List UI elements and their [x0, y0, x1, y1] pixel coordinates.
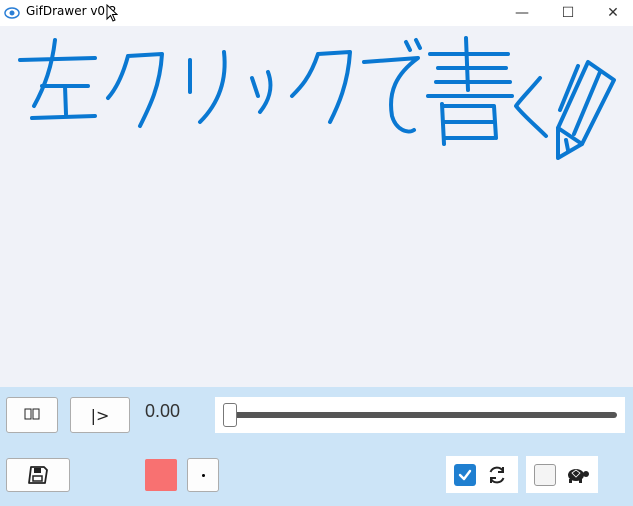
stroke-char-7	[426, 36, 514, 146]
stroke-char-4	[250, 70, 273, 114]
loop-toggle[interactable]	[446, 456, 518, 493]
stroke-char-8	[514, 76, 548, 138]
stroke-char-2	[106, 52, 164, 128]
slider-thumb[interactable]	[223, 403, 237, 427]
frames-icon	[24, 408, 40, 423]
turtle-icon	[568, 469, 589, 483]
handwritten-drawing	[18, 36, 616, 160]
slow-toggle[interactable]	[526, 456, 598, 493]
pen-color-swatch[interactable]	[145, 459, 177, 491]
drawing-canvas[interactable]	[0, 26, 633, 387]
save-button[interactable]	[6, 458, 70, 492]
checkmark-icon	[458, 469, 472, 481]
play-button[interactable]: |>	[70, 397, 130, 433]
minimize-icon: —	[515, 5, 529, 21]
minimize-button[interactable]: —	[499, 0, 545, 26]
play-label: |>	[90, 405, 110, 425]
app-icon	[4, 7, 20, 19]
maximize-icon: ☐	[561, 5, 575, 21]
refresh-icon	[489, 466, 505, 484]
dot-icon	[201, 473, 205, 477]
stroke-char-5	[290, 50, 352, 124]
slow-checkbox[interactable]	[534, 464, 556, 486]
pencil-icon	[556, 60, 616, 160]
window-title: GifDrawer v0.2	[26, 4, 117, 18]
loop-checkbox[interactable]	[454, 464, 476, 486]
pen-size-button[interactable]	[187, 458, 219, 492]
stroke-char-3	[188, 50, 227, 124]
stroke-char-6	[362, 38, 422, 134]
slider-track	[227, 412, 617, 418]
stroke-char-1	[18, 38, 97, 120]
timeline-slider[interactable]	[215, 397, 625, 433]
maximize-button[interactable]: ☐	[545, 0, 591, 26]
title-bar: GifDrawer v0.2 — ☐ ✕	[0, 0, 633, 26]
time-readout: 0.00	[145, 401, 181, 421]
close-button[interactable]: ✕	[590, 0, 633, 26]
control-panel: |> 0.00	[0, 387, 633, 506]
mouse-cursor-icon	[106, 4, 118, 22]
floppy-disk-icon	[28, 466, 48, 484]
frames-button[interactable]	[6, 397, 58, 433]
close-icon: ✕	[607, 5, 619, 21]
